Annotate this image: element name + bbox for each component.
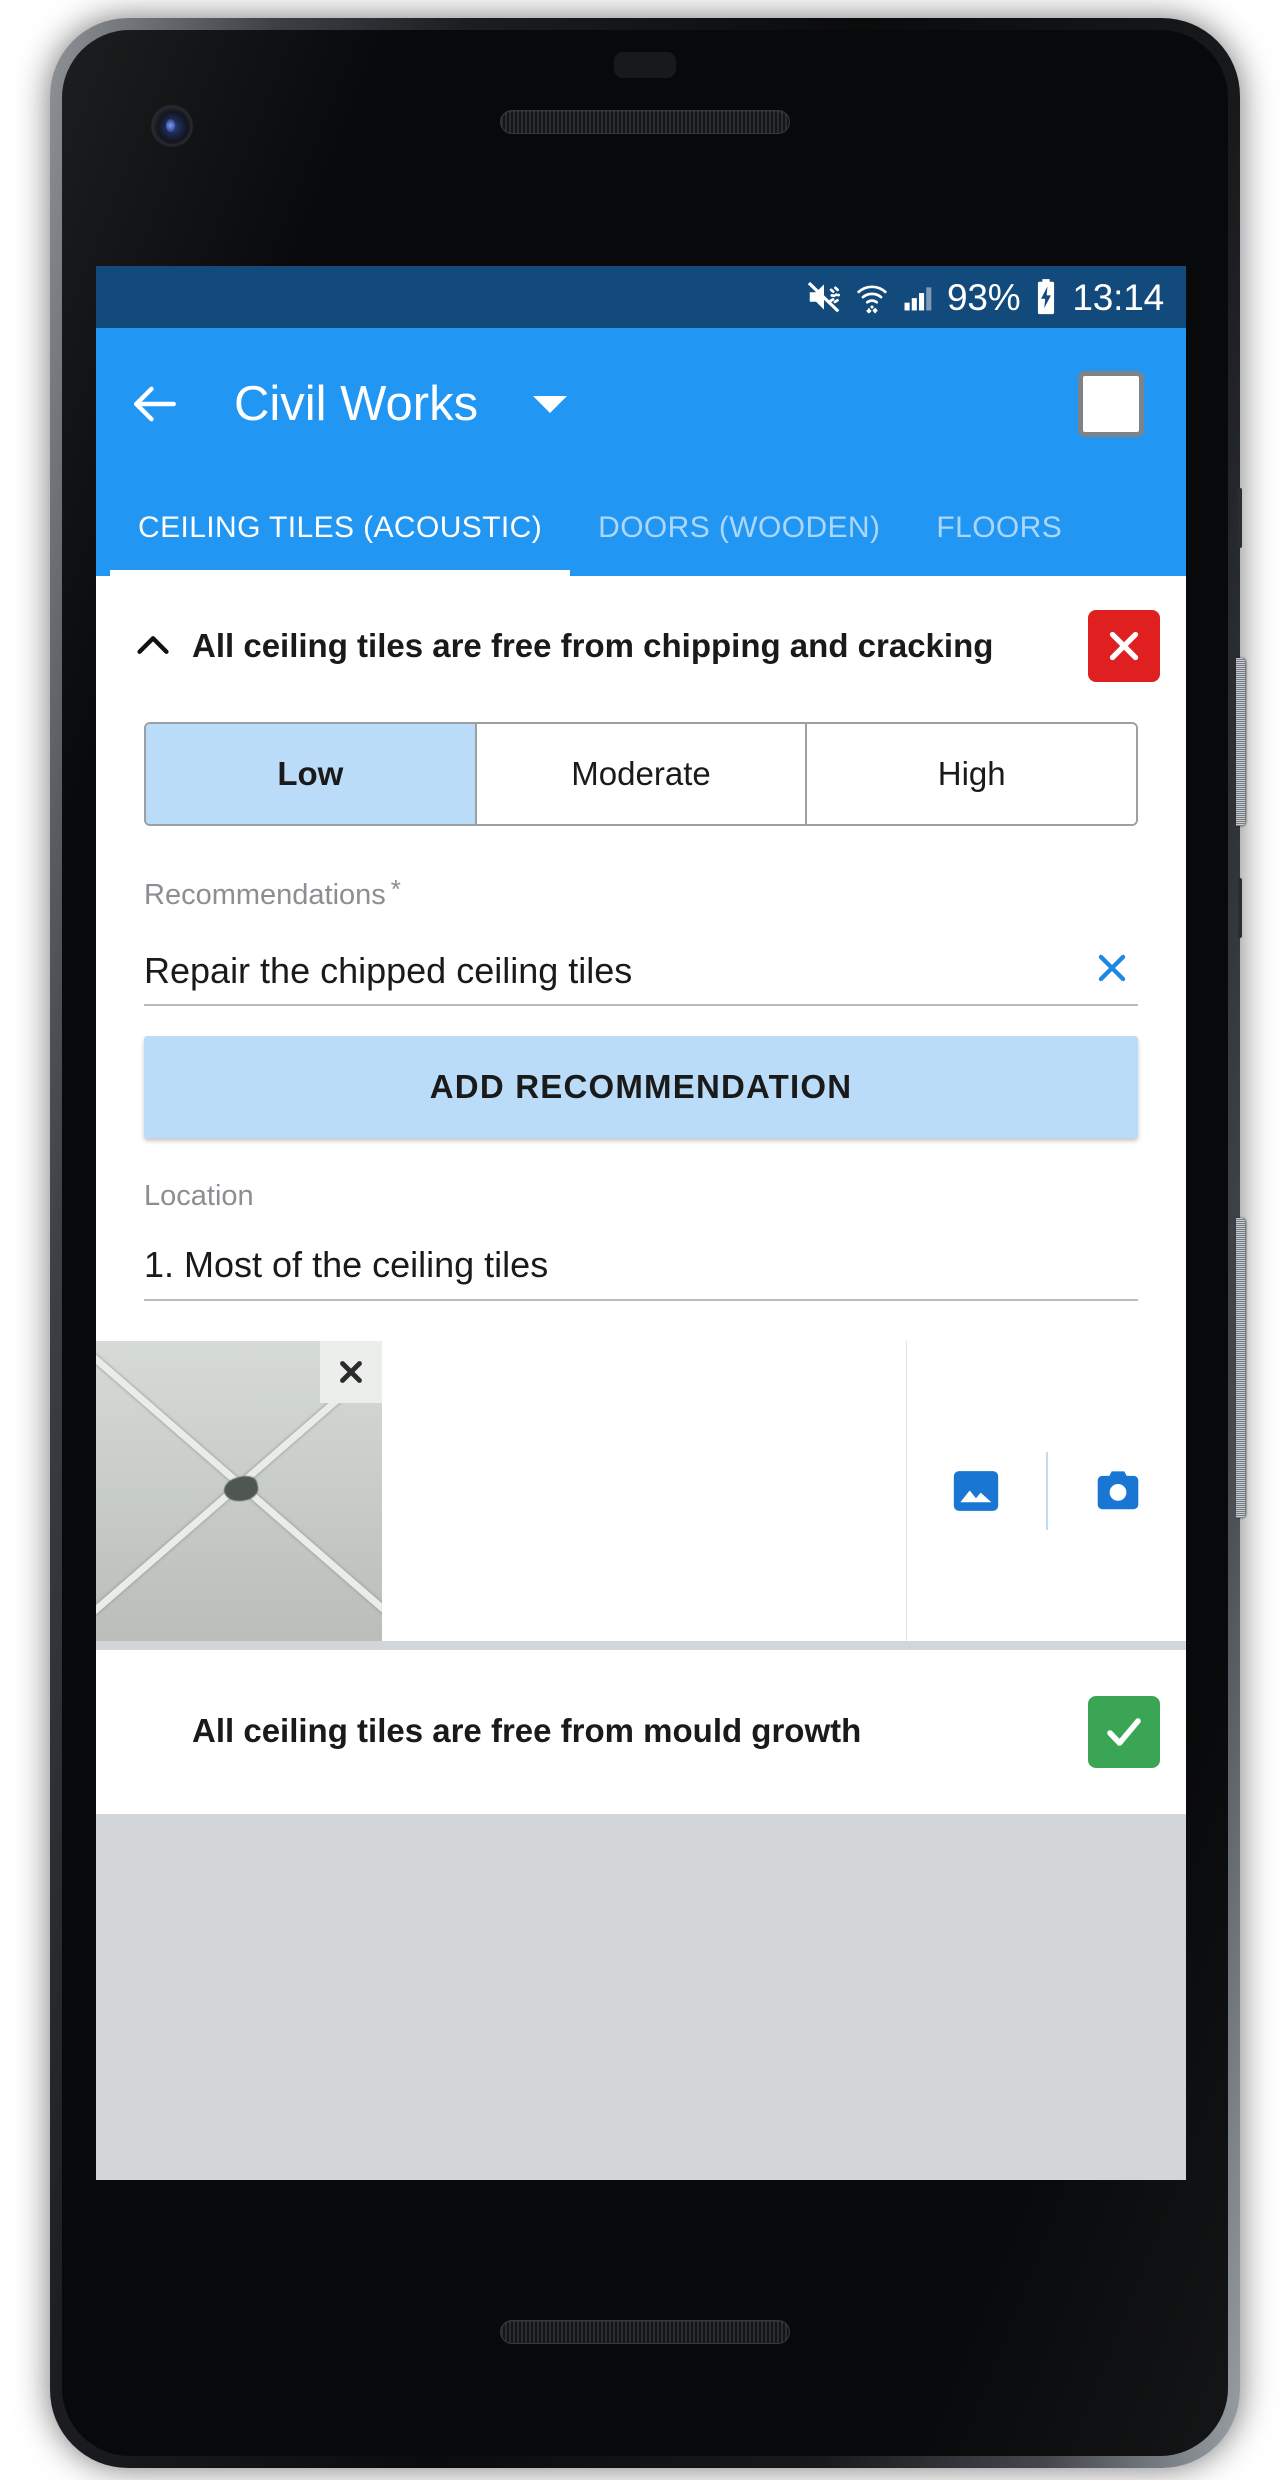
photo-thumbnail[interactable] xyxy=(96,1340,382,1641)
check-icon xyxy=(1107,1717,1141,1746)
checklist-item-card: All ceiling tiles are free from mould gr… xyxy=(96,1649,1186,1814)
mute-icon xyxy=(805,278,843,316)
bottom-speaker xyxy=(500,2320,790,2344)
location-label-wrap: Location xyxy=(144,1182,1138,1211)
checklist-scroll-area[interactable]: All ceiling tiles are free from chipping… xyxy=(96,576,1186,2180)
status-badge-fail[interactable] xyxy=(1088,610,1160,682)
back-button[interactable] xyxy=(118,367,192,441)
severity-option-low[interactable]: Low xyxy=(146,724,477,824)
tab-floors[interactable]: FLOORS xyxy=(908,480,1090,576)
location-field-block: Location 1. Most of the ceiling tiles xyxy=(96,1138,1186,1301)
tab-label: CEILING TILES (ACOUSTIC) xyxy=(138,511,543,544)
front-camera-icon xyxy=(154,108,190,144)
select-all-checkbox[interactable] xyxy=(1078,371,1144,437)
recommendation-input[interactable]: Repair the chipped ceiling tiles xyxy=(144,949,1086,992)
recommendations-field-block: Recommendations * Repair the chipped ceil… xyxy=(96,830,1186,1007)
page-title: Civil Works xyxy=(234,377,479,431)
phone-screen: 93% 13:14 Civil Works CEILING TILES (ACO… xyxy=(96,266,1186,2180)
side-seam-top xyxy=(1238,488,1242,548)
status-badge-pass[interactable] xyxy=(1088,1695,1160,1768)
severity-option-moderate[interactable]: Moderate xyxy=(476,724,808,824)
severity-label: Moderate xyxy=(571,755,711,792)
location-input-row[interactable]: 1. Most of the ceiling tiles xyxy=(144,1243,1138,1301)
collapse-toggle-button[interactable] xyxy=(122,623,184,669)
severity-selector[interactable]: Low Moderate High xyxy=(96,708,1186,830)
attachments-strip xyxy=(96,1340,1186,1641)
add-recommendation-button[interactable]: ADD RECOMMENDATION xyxy=(144,1036,1138,1139)
add-recommendation-wrap: ADD RECOMMENDATION xyxy=(96,1006,1186,1139)
tab-label: DOORS (WOODEN) xyxy=(598,511,881,544)
pick-from-gallery-button[interactable] xyxy=(940,1455,1012,1527)
proximity-sensor xyxy=(614,52,676,78)
chevron-up-icon xyxy=(137,636,169,654)
question-header-row[interactable]: All ceiling tiles are free from chipping… xyxy=(96,576,1186,708)
battery-charging-icon xyxy=(1032,278,1060,316)
remove-photo-button[interactable] xyxy=(320,1340,382,1403)
tab-label: FLOORS xyxy=(936,511,1063,544)
phone-device-frame: 93% 13:14 Civil Works CEILING TILES (ACO… xyxy=(50,18,1245,2468)
checklist-item-card: All ceiling tiles are free from chipping… xyxy=(96,576,1186,1641)
cross-icon xyxy=(1109,631,1139,661)
location-label: Location xyxy=(144,1180,254,1213)
close-x-icon xyxy=(340,1360,362,1383)
attachments-empty-space xyxy=(382,1340,906,1641)
close-x-icon xyxy=(1098,955,1126,982)
arrow-left-icon xyxy=(134,386,176,422)
severity-label: High xyxy=(937,755,1006,792)
severity-option-high[interactable]: High xyxy=(807,724,1136,824)
location-input[interactable]: 1. Most of the ceiling tiles xyxy=(144,1243,1138,1286)
volume-rocker-button[interactable] xyxy=(1236,1218,1245,1518)
cellular-signal-icon xyxy=(901,280,935,314)
question-text: All ceiling tiles are free from mould gr… xyxy=(192,1712,862,1750)
tab-doors[interactable]: DOORS (WOODEN) xyxy=(570,480,908,576)
question-text: All ceiling tiles are free from chipping… xyxy=(192,626,994,664)
caret-down-icon xyxy=(533,395,568,413)
title-dropdown-button[interactable] xyxy=(528,382,572,426)
clear-recommendation-button[interactable] xyxy=(1086,942,1138,994)
side-seam-mid xyxy=(1238,878,1242,938)
question-header-row[interactable]: All ceiling tiles are free from mould gr… xyxy=(96,1650,1186,1814)
action-divider xyxy=(1045,1451,1048,1530)
attachment-actions xyxy=(906,1340,1186,1641)
clock-label: 13:14 xyxy=(1072,276,1164,318)
required-asterisk: * xyxy=(390,874,401,904)
take-photo-button[interactable] xyxy=(1082,1455,1154,1527)
wifi-icon xyxy=(855,280,889,314)
power-button[interactable] xyxy=(1236,658,1245,826)
recommendations-label: Recommendations xyxy=(144,879,386,912)
earpiece-speaker xyxy=(500,110,790,134)
tab-ceiling-tiles[interactable]: CEILING TILES (ACOUSTIC) xyxy=(110,480,571,576)
android-status-bar: 93% 13:14 xyxy=(96,266,1186,328)
recommendation-input-row[interactable]: Repair the chipped ceiling tiles xyxy=(144,942,1138,1007)
app-bar: Civil Works xyxy=(96,328,1186,480)
bottom-spacer xyxy=(96,1823,1186,1849)
recommendations-label-wrap: Recommendations * xyxy=(144,874,1138,910)
battery-percent-label: 93% xyxy=(946,276,1021,318)
tab-bar[interactable]: CEILING TILES (ACOUSTIC) DOORS (WOODEN) … xyxy=(96,480,1186,576)
camera-icon xyxy=(1097,1470,1138,1509)
severity-label: Low xyxy=(277,755,344,792)
image-icon xyxy=(953,1470,998,1511)
